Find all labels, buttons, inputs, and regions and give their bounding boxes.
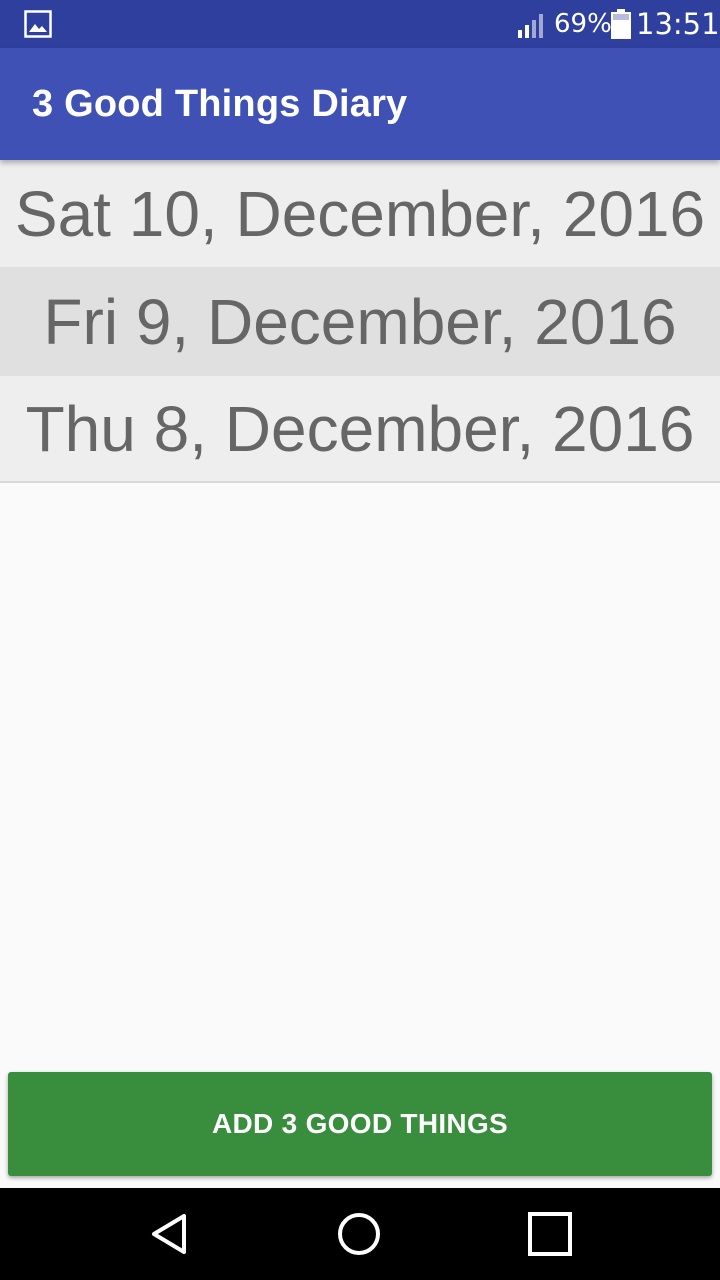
recents-icon[interactable]	[526, 1210, 574, 1258]
home-icon[interactable]	[335, 1210, 383, 1258]
status-bar: 69% 13:51	[0, 0, 720, 48]
app-title: 3 Good Things Diary	[32, 83, 408, 125]
app-bar: 3 Good Things Diary	[0, 48, 720, 160]
diary-entry-row[interactable]: Fri 9, December, 2016	[0, 267, 720, 376]
diary-entry-row[interactable]: Sat 10, December, 2016	[0, 160, 720, 267]
battery-icon	[611, 9, 631, 39]
signal-icon	[518, 14, 543, 38]
diary-entry-list: Sat 10, December, 2016 Fri 9, December, …	[0, 160, 720, 483]
battery-percent: 69%	[554, 9, 612, 39]
navigation-bar	[0, 1188, 720, 1280]
clock: 13:51	[636, 7, 720, 41]
add-good-things-button[interactable]: ADD 3 GOOD THINGS	[8, 1072, 712, 1176]
diary-entry-row[interactable]: Thu 8, December, 2016	[0, 376, 720, 483]
back-icon[interactable]	[146, 1210, 194, 1258]
gallery-icon	[24, 10, 52, 38]
